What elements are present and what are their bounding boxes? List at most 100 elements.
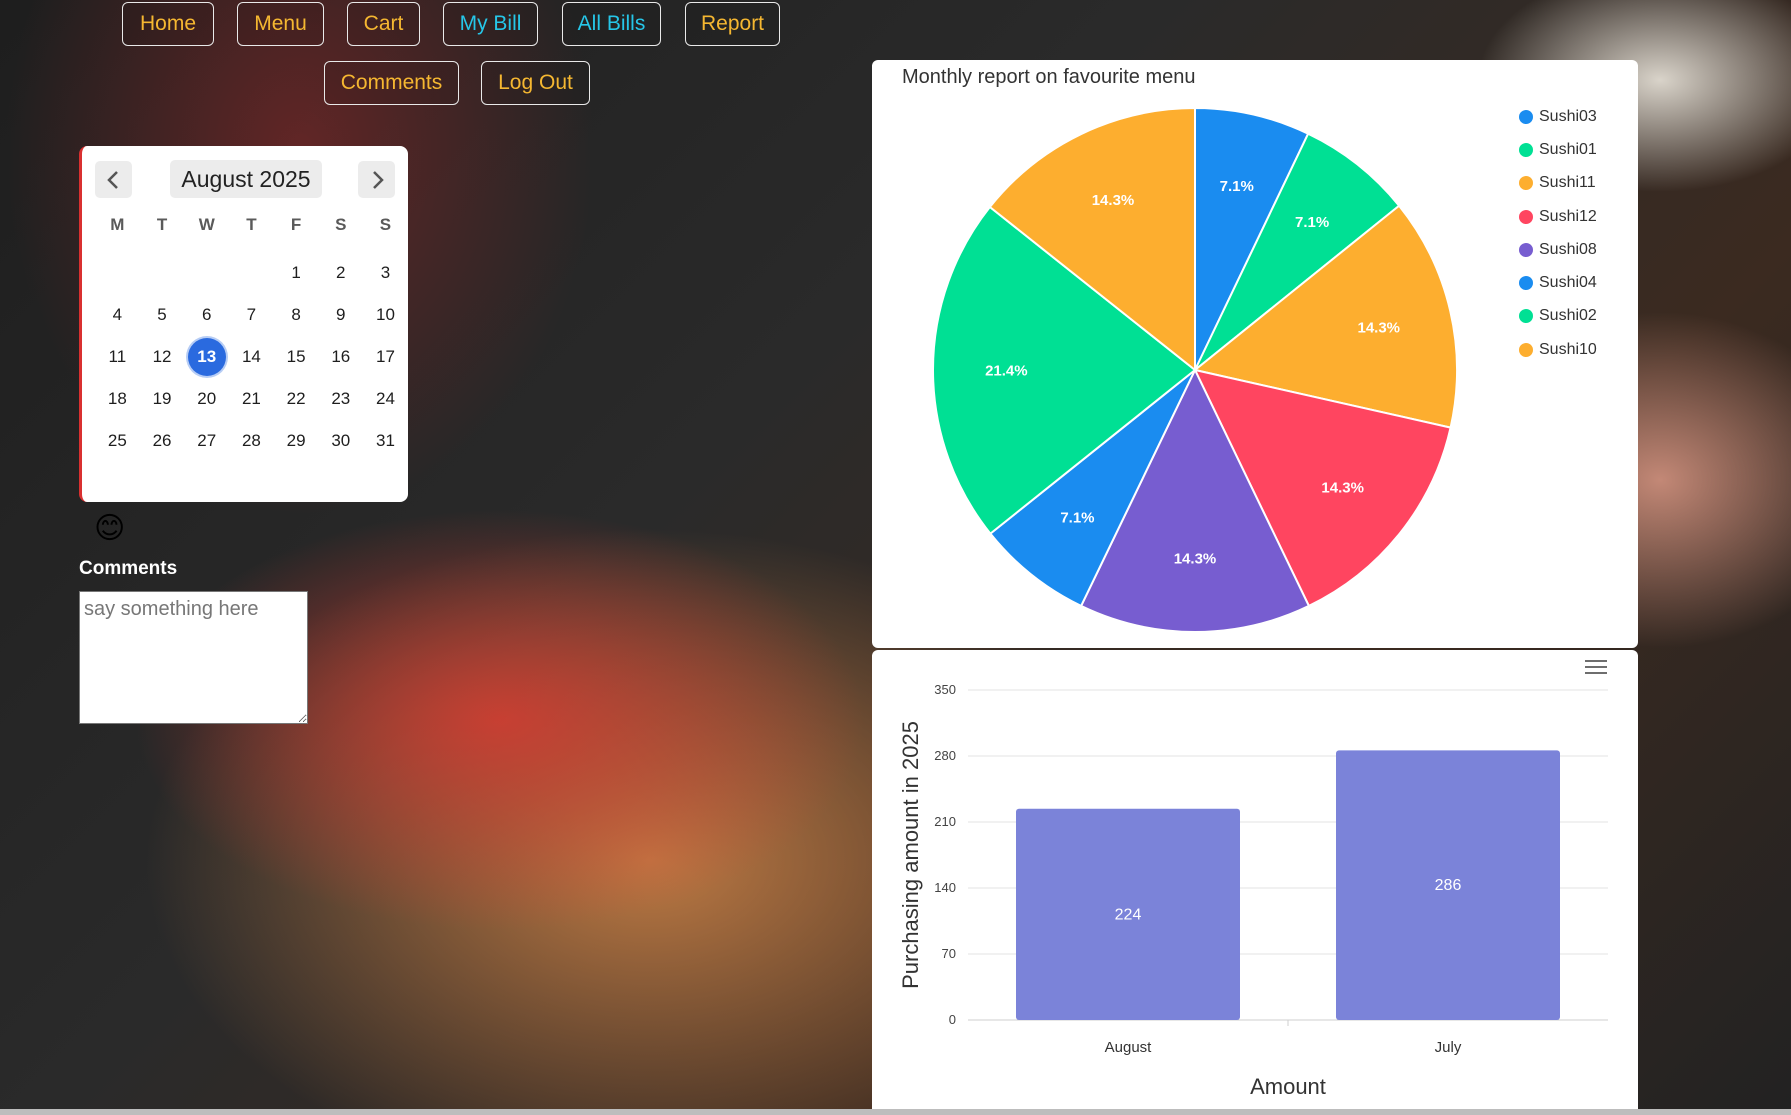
- calendar-day[interactable]: 22: [274, 378, 319, 420]
- smile-emoji-icon: 😊: [94, 511, 126, 546]
- nav-button-cart[interactable]: Cart: [347, 2, 420, 46]
- comment-input[interactable]: [79, 591, 308, 724]
- pie-chart-legend: Sushi03 Sushi01 Sushi11 Sushi12 Sushi08 Sushi…: [1519, 100, 1597, 366]
- calendar-widget: August 2025 M T W T F S S 1 2 3 4 5 6 7 8 9 10 11 12 13 14 15…: [79, 146, 408, 502]
- calendar-day[interactable]: 28: [229, 420, 274, 462]
- calendar-day[interactable]: 18: [95, 378, 140, 420]
- hamburger-menu-icon[interactable]: [1585, 658, 1607, 676]
- calendar-day[interactable]: 5: [140, 294, 185, 336]
- y-tick-label: 140: [934, 880, 956, 895]
- legend-item-sushi03[interactable]: Sushi03: [1519, 100, 1597, 133]
- comments-label: Comments: [79, 558, 178, 579]
- calendar-day[interactable]: 19: [140, 378, 185, 420]
- pie-slice-data-label: 7.1%: [1295, 214, 1329, 231]
- nav-button-report[interactable]: Report: [685, 2, 780, 46]
- calendar-day-selected[interactable]: 13: [184, 336, 229, 378]
- calendar-day[interactable]: 20: [184, 378, 229, 420]
- pie-slice-data-label: 14.3%: [1357, 319, 1400, 336]
- calendar-empty-cell: [229, 252, 274, 294]
- y-tick-label: 0: [949, 1012, 956, 1027]
- weekday-header: S: [335, 215, 347, 234]
- legend-label: Sushi02: [1539, 307, 1597, 325]
- y-axis-title: Purchasing amount in 2025: [898, 721, 923, 989]
- calendar-day[interactable]: 31: [363, 420, 408, 462]
- legend-color-marker: [1519, 309, 1533, 324]
- bar-chart-card: 0 70 140 210 280 350 224 August 286 July Amount Pur…: [872, 650, 1638, 1115]
- legend-color-marker: [1519, 176, 1533, 191]
- nav-button-log-out[interactable]: Log Out: [481, 61, 590, 105]
- nav-button-my-bill[interactable]: My Bill: [443, 2, 538, 46]
- legend-label: Sushi12: [1539, 207, 1597, 225]
- legend-label: Sushi10: [1539, 340, 1597, 358]
- legend-color-marker: [1519, 276, 1533, 291]
- calendar-day[interactable]: 21: [229, 378, 274, 420]
- x-axis-title: Amount: [1250, 1074, 1326, 1099]
- calendar-day[interactable]: 3: [363, 252, 408, 294]
- calendar-day[interactable]: 24: [363, 378, 408, 420]
- legend-color-marker: [1519, 342, 1533, 357]
- legend-item-sushi10[interactable]: Sushi10: [1519, 333, 1597, 366]
- nav-button-all-bills[interactable]: All Bills: [562, 2, 661, 46]
- pie-slice-data-label: 14.3%: [1092, 192, 1135, 209]
- legend-item-sushi12[interactable]: Sushi12: [1519, 200, 1597, 233]
- calendar-day[interactable]: 11: [95, 336, 140, 378]
- weekday-header: T: [246, 215, 257, 234]
- calendar-day[interactable]: 30: [318, 420, 363, 462]
- calendar-day[interactable]: 9: [318, 294, 363, 336]
- y-tick-label: 350: [934, 682, 956, 697]
- calendar-day[interactable]: 17: [363, 336, 408, 378]
- pie-slice-data-label: 14.3%: [1174, 551, 1217, 568]
- legend-color-marker: [1519, 109, 1533, 124]
- legend-label: Sushi04: [1539, 274, 1597, 292]
- legend-item-sushi11[interactable]: Sushi11: [1519, 167, 1597, 200]
- pie-slice-data-label: 7.1%: [1060, 510, 1094, 527]
- pie-slice-data-label: 14.3%: [1321, 479, 1364, 496]
- legend-label: Sushi11: [1539, 174, 1596, 192]
- x-tick-label: August: [1105, 1039, 1153, 1056]
- legend-item-sushi02[interactable]: Sushi02: [1519, 300, 1597, 333]
- legend-color-marker: [1519, 242, 1533, 257]
- calendar-day[interactable]: 12: [140, 336, 185, 378]
- chevron-left-icon: [106, 170, 118, 189]
- legend-label: Sushi01: [1539, 140, 1597, 158]
- pie-slice-data-label: 7.1%: [1220, 178, 1254, 195]
- calendar-day[interactable]: 14: [229, 336, 274, 378]
- y-tick-label: 210: [934, 814, 956, 829]
- legend-item-sushi08[interactable]: Sushi08: [1519, 233, 1597, 266]
- calendar-day[interactable]: 29: [274, 420, 319, 462]
- calendar-month-label[interactable]: August 2025: [170, 160, 322, 198]
- calendar-empty-cell: [95, 252, 140, 294]
- calendar-day[interactable]: 15: [274, 336, 319, 378]
- calendar-day[interactable]: 4: [95, 294, 140, 336]
- calendar-day[interactable]: 6: [184, 294, 229, 336]
- legend-item-sushi04[interactable]: Sushi04: [1519, 266, 1597, 299]
- calendar-day[interactable]: 26: [140, 420, 185, 462]
- calendar-day[interactable]: 7: [229, 294, 274, 336]
- calendar-day[interactable]: 10: [363, 294, 408, 336]
- calendar-grid: M T W T F S S 1 2 3 4 5 6 7 8 9 10 11 12 13 14 15 16 17 18 19 20 21…: [95, 210, 408, 462]
- bar-data-label: 286: [1435, 877, 1462, 894]
- calendar-day[interactable]: 27: [184, 420, 229, 462]
- weekday-header: F: [290, 215, 302, 234]
- legend-item-sushi01[interactable]: Sushi01: [1519, 133, 1597, 166]
- weekday-header: S: [379, 215, 392, 234]
- calendar-day[interactable]: 23: [318, 378, 363, 420]
- calendar-next-button[interactable]: [358, 161, 395, 198]
- legend-label: Sushi08: [1539, 240, 1597, 258]
- nav-button-comments[interactable]: Comments: [324, 61, 459, 105]
- nav-button-menu[interactable]: Menu: [237, 2, 324, 46]
- window-bottom-edge: [0, 1109, 1791, 1115]
- bar-chart: 0 70 140 210 280 350 224 August 286 July Amount Pur…: [898, 682, 1608, 1099]
- nav-button-home[interactable]: Home: [122, 2, 214, 46]
- pie-chart-card: Monthly report on favourite menu 7.1% 7.1…: [872, 60, 1638, 648]
- calendar-day[interactable]: 2: [318, 252, 363, 294]
- calendar-day[interactable]: 25: [95, 420, 140, 462]
- chevron-right-icon: [372, 170, 384, 189]
- calendar-empty-cell: [184, 252, 229, 294]
- calendar-day[interactable]: 16: [318, 336, 363, 378]
- calendar-day[interactable]: 8: [274, 294, 319, 336]
- x-tick-label: July: [1435, 1039, 1462, 1056]
- weekday-header: T: [156, 215, 168, 234]
- calendar-prev-button[interactable]: [95, 161, 132, 198]
- calendar-day[interactable]: 1: [274, 252, 319, 294]
